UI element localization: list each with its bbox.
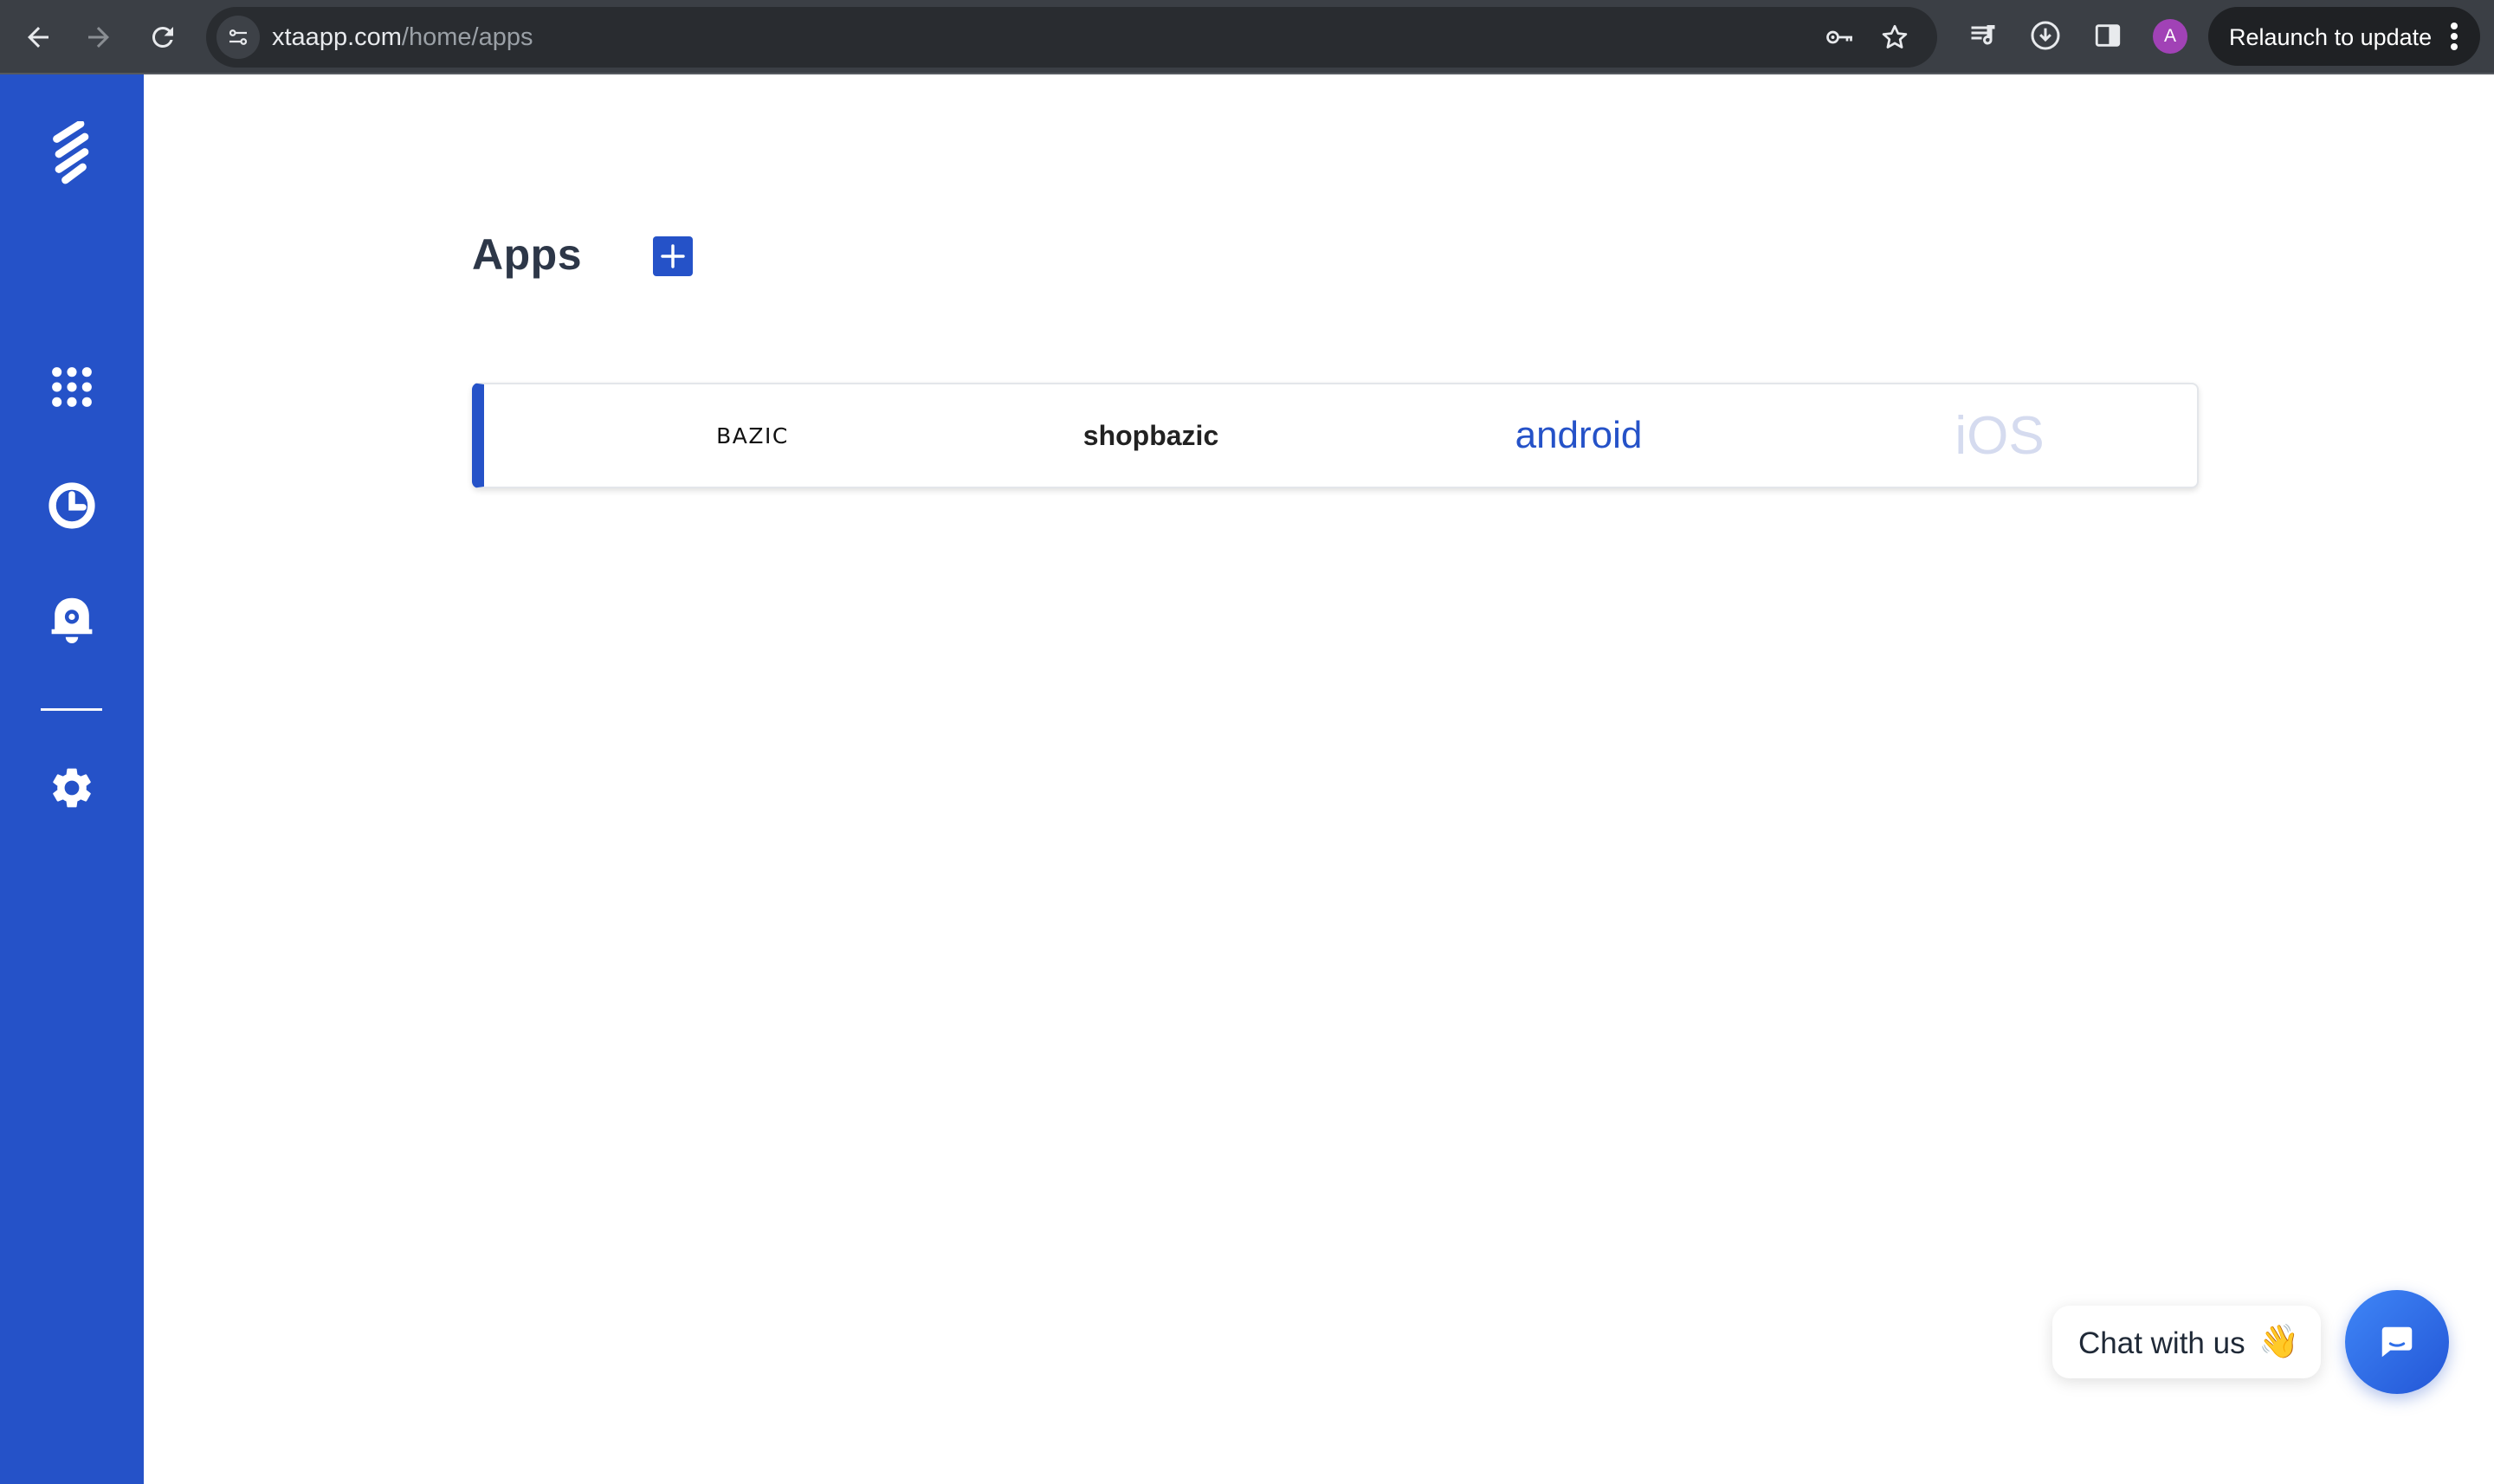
chat-prompt-bubble[interactable]: Chat with us 👋 (2052, 1306, 2321, 1378)
relaunch-button[interactable]: Relaunch to update (2208, 7, 2480, 66)
url-path: /home/apps (401, 23, 533, 51)
sidebar-item-notifications[interactable] (37, 585, 107, 655)
forward-button[interactable] (74, 13, 123, 61)
side-panel-button[interactable] (2090, 18, 2125, 53)
settings-gear-icon (53, 768, 91, 808)
sidebar-item-apps[interactable] (37, 352, 107, 422)
key-icon (1826, 30, 1852, 44)
app-item-android[interactable]: android (1457, 384, 1700, 487)
profile-avatar[interactable]: A (2153, 19, 2187, 54)
chat-launcher-button[interactable] (2345, 1290, 2449, 1394)
analytics-clock-icon (48, 482, 95, 529)
chat-icon (2381, 1326, 2413, 1358)
download-icon (2031, 21, 2060, 50)
bookmark-star-button[interactable] (1879, 22, 1910, 53)
chat-label: Chat with us (2078, 1326, 2245, 1360)
downloads-button[interactable] (2028, 18, 2063, 53)
notification-bell-gear-icon (51, 597, 93, 643)
browser-toolbar: xtaapp.com/home/apps A Relaunch to updat… (0, 0, 2494, 74)
plus-icon (661, 244, 685, 268)
url-host: xtaapp.com (272, 23, 402, 51)
app-item-bazic[interactable]: BAZIC (675, 384, 830, 487)
site-info-button[interactable] (216, 16, 260, 59)
url-text[interactable]: xtaapp.com/home/apps (272, 23, 533, 52)
sidebar (0, 74, 144, 1484)
page-title: Apps (472, 230, 582, 279)
reload-icon (152, 26, 173, 48)
relaunch-label: Relaunch to update (2229, 24, 2433, 50)
apps-list-card: BAZIC shopbazic android iOS (472, 383, 2199, 488)
arrow-left-icon (28, 27, 48, 48)
sidebar-logo[interactable] (37, 119, 107, 189)
more-vert-icon[interactable] (2449, 21, 2459, 52)
app-item-ios[interactable]: iOS (1913, 384, 2086, 487)
waving-hand-icon: 👋 (2258, 1324, 2300, 1360)
tune-icon (229, 29, 248, 45)
arrow-right-icon (88, 27, 109, 48)
apps-grid-icon (52, 367, 92, 407)
sidebar-divider (41, 708, 102, 711)
side-panel-icon (2095, 24, 2121, 47)
reload-button[interactable] (139, 13, 187, 61)
address-bar[interactable]: xtaapp.com/home/apps (206, 7, 1937, 68)
logo-icon (53, 121, 89, 184)
media-controls-button[interactable] (1966, 18, 2000, 53)
app-item-shopbazic[interactable]: shopbazic (1038, 384, 1263, 487)
star-icon (1882, 24, 1908, 48)
add-app-button[interactable] (653, 236, 693, 276)
sidebar-item-settings[interactable] (37, 753, 107, 823)
password-key-button[interactable] (1824, 22, 1855, 53)
playlist-music-icon (1971, 25, 1995, 45)
back-button[interactable] (14, 13, 62, 61)
sidebar-item-analytics[interactable] (37, 471, 107, 540)
